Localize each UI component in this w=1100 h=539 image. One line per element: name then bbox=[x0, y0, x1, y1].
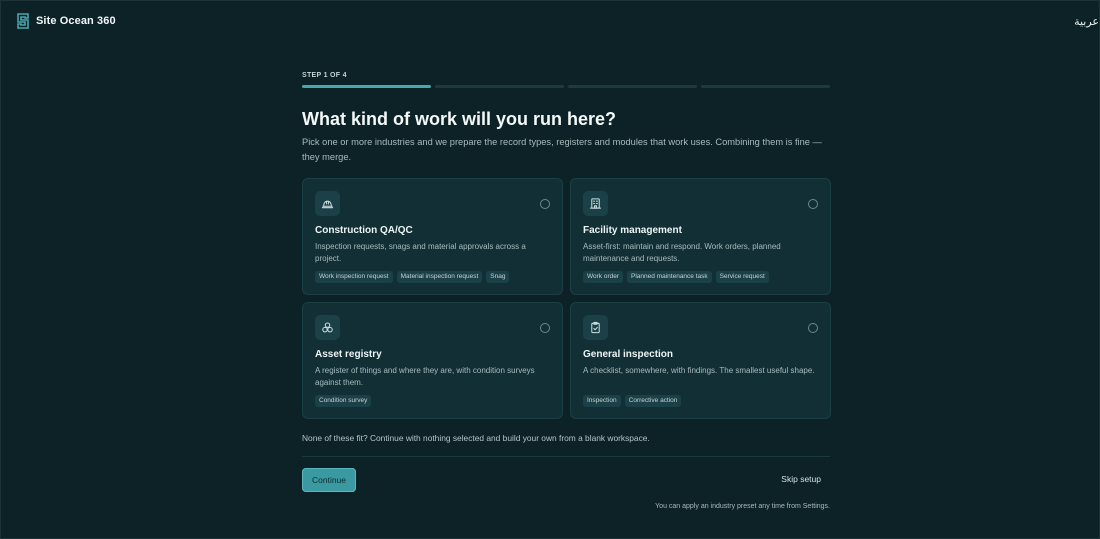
tag: Inspection bbox=[583, 395, 621, 407]
site-ocean-logo bbox=[17, 13, 29, 29]
clipboard-check-icon bbox=[583, 315, 608, 340]
card-description: A checklist, somewhere, with findings. T… bbox=[583, 366, 815, 375]
onboarding-panel: STEP 1 OF 4 What kind of work will you r… bbox=[302, 72, 831, 510]
card-title: Construction QA/QC bbox=[315, 225, 413, 236]
language-toggle[interactable]: عربية bbox=[1074, 15, 1099, 28]
card-title: Facility management bbox=[583, 225, 682, 236]
select-radio[interactable] bbox=[808, 323, 818, 333]
industry-card-construction[interactable]: Construction QA/QC Inspection requests, … bbox=[302, 178, 563, 295]
tag: Condition survey bbox=[315, 395, 372, 407]
boxes-icon bbox=[315, 315, 340, 340]
actions-row: Continue Skip setup bbox=[302, 468, 830, 492]
app-header: Site Ocean 360 bbox=[16, 13, 116, 29]
industry-grid: Construction QA/QC Inspection requests, … bbox=[302, 178, 831, 419]
settings-hint: You can apply an industry preset any tim… bbox=[655, 503, 830, 510]
progress-segment-4 bbox=[701, 85, 830, 88]
tag: Service request bbox=[715, 271, 769, 283]
tag: Material inspection request bbox=[396, 271, 483, 283]
progress-segment-1 bbox=[302, 85, 431, 88]
tag: Work inspection request bbox=[315, 271, 393, 283]
card-title: Asset registry bbox=[315, 349, 382, 360]
select-radio[interactable] bbox=[540, 199, 550, 209]
tag: Corrective action bbox=[624, 395, 682, 407]
divider bbox=[302, 456, 830, 457]
hard-hat-icon bbox=[315, 191, 340, 216]
select-radio[interactable] bbox=[808, 199, 818, 209]
progress-bar bbox=[302, 85, 830, 88]
tag: Work order bbox=[583, 271, 624, 283]
card-description: Asset-first: maintain and respond. Work … bbox=[583, 242, 781, 263]
step-label: STEP 1 OF 4 bbox=[302, 72, 347, 79]
industry-card-general-inspection[interactable]: General inspection A checklist, somewher… bbox=[570, 302, 831, 419]
page-title: What kind of work will you run here? bbox=[302, 109, 617, 129]
tag: Snag bbox=[486, 271, 510, 283]
skip-setup-button[interactable]: Skip setup bbox=[781, 474, 821, 484]
building-icon bbox=[583, 191, 608, 216]
tag-list: Inspection Corrective action bbox=[583, 395, 818, 407]
select-radio[interactable] bbox=[540, 323, 550, 333]
card-description: A register of things and where they are,… bbox=[315, 366, 535, 387]
tag-list: Work inspection request Material inspect… bbox=[315, 271, 550, 283]
app-title: Site Ocean 360 bbox=[36, 15, 116, 27]
tag-list: Condition survey bbox=[315, 395, 550, 407]
tag: Planned maintenance task bbox=[627, 271, 712, 283]
tag-list: Work order Planned maintenance task Serv… bbox=[583, 271, 818, 283]
progress-segment-3 bbox=[568, 85, 697, 88]
industry-card-asset-registry[interactable]: Asset registry A register of things and … bbox=[302, 302, 563, 419]
progress-segment-2 bbox=[435, 85, 564, 88]
none-fit-note: None of these fit? Continue with nothing… bbox=[302, 433, 650, 443]
continue-button[interactable]: Continue bbox=[302, 468, 356, 492]
card-title: General inspection bbox=[583, 349, 674, 360]
industry-card-facility[interactable]: Facility management Asset-first: maintai… bbox=[570, 178, 831, 295]
card-description: Inspection requests, snags and material … bbox=[315, 242, 526, 263]
page-subtitle: Pick one or more industries and we prepa… bbox=[302, 137, 822, 162]
